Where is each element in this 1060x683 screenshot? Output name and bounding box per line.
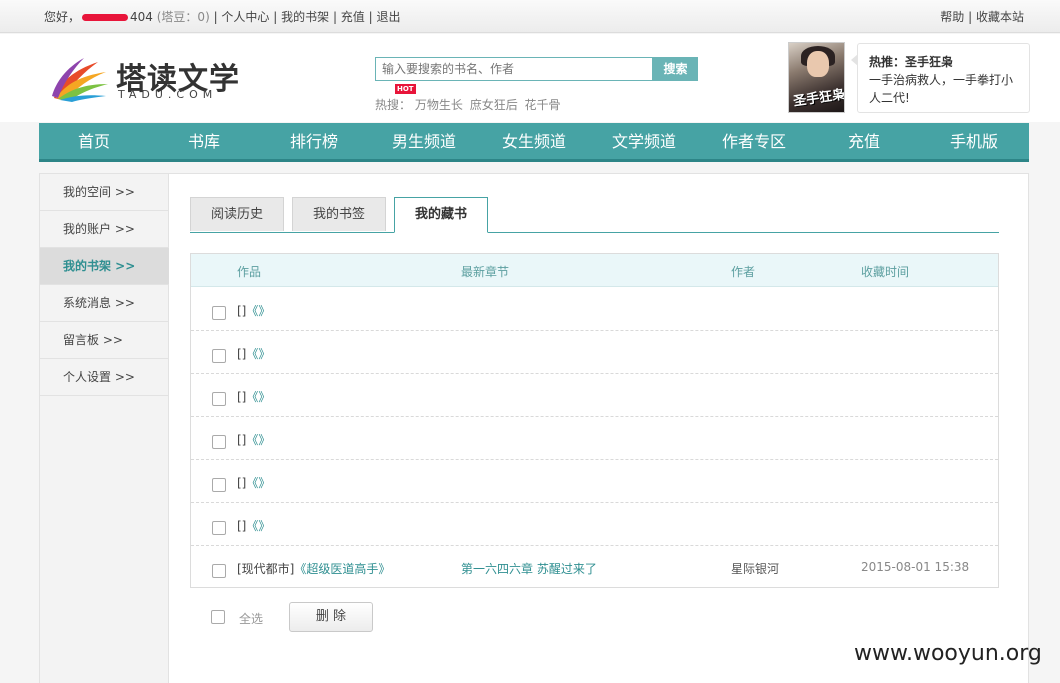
nav-authors[interactable]: 作者专区 <box>699 123 809 159</box>
row-checkbox[interactable] <box>212 392 226 406</box>
table-row: []《》 <box>191 460 998 503</box>
link-logout[interactable]: 退出 <box>376 10 400 24</box>
sidebar-item-bookshelf[interactable]: 我的书架 >> <box>40 248 169 285</box>
top-bar: 您好， 404 (塔豆：0) | 个人中心 | 我的书架 | 充值 | 退出 帮助… <box>0 0 1060 33</box>
book-category: [] <box>237 347 247 361</box>
hot-label: 热搜： <box>375 98 412 112</box>
top-right-links: 帮助 | 收藏本站 <box>940 10 1024 24</box>
latest-chapter-link[interactable]: 第一六四六章 苏醒过来了 <box>461 560 597 577</box>
tab-bookmarks[interactable]: 我的书签 <box>292 197 386 231</box>
table-row: []《》 <box>191 288 998 331</box>
table-header: 作品 最新章节 作者 收藏时间 <box>191 254 998 287</box>
site-logo[interactable]: 塔读文学 TADU.COM <box>50 54 250 104</box>
select-all-checkbox[interactable] <box>211 610 225 624</box>
table-row: []《》 <box>191 374 998 417</box>
book-category: [] <box>237 390 247 404</box>
tab-my-collection[interactable]: 我的藏书 <box>394 197 488 233</box>
book-title-link[interactable]: 《》 <box>246 304 270 318</box>
col-work: 作品 <box>237 265 262 279</box>
row-checkbox[interactable] <box>212 521 226 535</box>
book-category: [] <box>237 433 247 447</box>
content-panel: 我的空间 >> 我的账户 >> 我的书架 >> 系统消息 >> 留言板 >> 个… <box>39 173 1029 683</box>
search-button[interactable]: 搜索 <box>653 57 698 81</box>
row-checkbox[interactable] <box>212 564 226 578</box>
col-collect-time: 收藏时间 <box>861 265 910 279</box>
logo-text-en: TADU.COM <box>118 88 218 101</box>
nav-female[interactable]: 女生频道 <box>479 123 589 159</box>
row-checkbox[interactable] <box>212 478 226 492</box>
book-title-link[interactable]: 《》 <box>246 433 270 447</box>
col-latest-chapter: 最新章节 <box>461 265 510 279</box>
link-profile[interactable]: 个人中心 <box>221 10 269 24</box>
delete-button[interactable]: 删 除 <box>289 602 373 632</box>
redacted-username <box>82 14 129 21</box>
hot-keyword[interactable]: 庶女狂后 <box>470 98 518 112</box>
nav-mobile[interactable]: 手机版 <box>919 123 1029 159</box>
promo-book-cover[interactable]: 圣手狂枭 <box>788 42 845 113</box>
table-row: []《》 <box>191 331 998 374</box>
book-title-link[interactable]: 《》 <box>246 347 270 361</box>
promo-title[interactable]: 热推：圣手狂枭 <box>869 53 953 70</box>
nav-ranking[interactable]: 排行榜 <box>259 123 369 159</box>
username: 404 <box>130 10 153 24</box>
hot-keyword[interactable]: 万物生长 <box>415 98 463 112</box>
table-row: []《》 <box>191 417 998 460</box>
promo-description: 一手治病救人，一手拳打小人二代! <box>869 73 1014 105</box>
promo-cover-title: 圣手狂枭 <box>792 87 845 110</box>
tab-reading-history[interactable]: 阅读历史 <box>190 197 284 231</box>
link-recharge[interactable]: 充值 <box>341 10 365 24</box>
row-checkbox[interactable] <box>212 349 226 363</box>
nav-home[interactable]: 首页 <box>39 123 149 159</box>
book-category: [] <box>237 476 247 490</box>
book-category: [现代都市] <box>237 562 295 576</box>
link-bookmark-site[interactable]: 收藏本站 <box>976 10 1024 24</box>
row-checkbox[interactable] <box>212 306 226 320</box>
main-nav: 首页 书库 排行榜 男生频道 女生频道 文学频道 作者专区 充值 手机版 <box>39 123 1029 162</box>
row-checkbox[interactable] <box>212 435 226 449</box>
nav-literature[interactable]: 文学频道 <box>589 123 699 159</box>
book-title-link[interactable]: 《》 <box>246 390 270 404</box>
link-bookshelf[interactable]: 我的书架 <box>281 10 329 24</box>
nav-male[interactable]: 男生频道 <box>369 123 479 159</box>
promo-callout: 热推：圣手狂枭 一手治病救人，一手拳打小人二代! <box>851 43 1030 113</box>
sidebar-item-messages[interactable]: 系统消息 >> <box>40 285 169 322</box>
sidebar: 我的空间 >> 我的账户 >> 我的书架 >> 系统消息 >> 留言板 >> 个… <box>40 174 169 683</box>
book-title-link[interactable]: 《超级医道高手》 <box>294 562 390 576</box>
book-category: [] <box>237 519 247 533</box>
book-category: [] <box>237 304 247 318</box>
hot-badge: HOT <box>395 84 416 94</box>
table-footer: 全选 删 除 <box>190 602 590 634</box>
tab-bar: 阅读历史 我的书签 我的藏书 <box>190 197 999 233</box>
sidebar-item-guestbook[interactable]: 留言板 >> <box>40 322 169 359</box>
sidebar-item-account[interactable]: 我的账户 >> <box>40 211 169 248</box>
link-help[interactable]: 帮助 <box>940 10 964 24</box>
greeting-text: 您好， <box>44 10 81 24</box>
author-name: 星际银河 <box>731 562 780 576</box>
watermark-text: www.wooyun.org <box>854 641 1042 666</box>
search-input[interactable] <box>375 57 653 81</box>
book-title-link[interactable]: 《》 <box>246 476 270 490</box>
hot-search: HOT 热搜： 万物生长 庶女狂后 花千骨 <box>375 84 564 113</box>
sidebar-item-space[interactable]: 我的空间 >> <box>40 174 169 211</box>
user-info: 您好， 404 (塔豆：0) | 个人中心 | 我的书架 | 充值 | 退出 <box>44 10 401 24</box>
sidebar-item-settings[interactable]: 个人设置 >> <box>40 359 169 396</box>
logo-fan-icon <box>52 58 108 102</box>
nav-recharge[interactable]: 充值 <box>809 123 919 159</box>
table-row: []《》 <box>191 503 998 546</box>
select-all-label[interactable]: 全选 <box>239 610 263 627</box>
collection-table: 作品 最新章节 作者 收藏时间 []《》 []《》 []《》 []《》 []《》… <box>190 253 999 588</box>
nav-library[interactable]: 书库 <box>149 123 259 159</box>
site-header: 塔读文学 TADU.COM 搜索 HOT 热搜： 万物生长 庶女狂后 花千骨 圣… <box>0 34 1060 122</box>
hot-keyword[interactable]: 花千骨 <box>525 98 561 112</box>
coin-balance: (塔豆：0) <box>156 10 210 24</box>
book-title-link[interactable]: 《》 <box>246 519 270 533</box>
col-author: 作者 <box>731 265 756 279</box>
collect-time: 2015-08-01 15:38 <box>861 560 970 574</box>
table-row: [现代都市]《超级医道高手》 第一六四六章 苏醒过来了 星际银河 2015-08… <box>191 546 998 589</box>
